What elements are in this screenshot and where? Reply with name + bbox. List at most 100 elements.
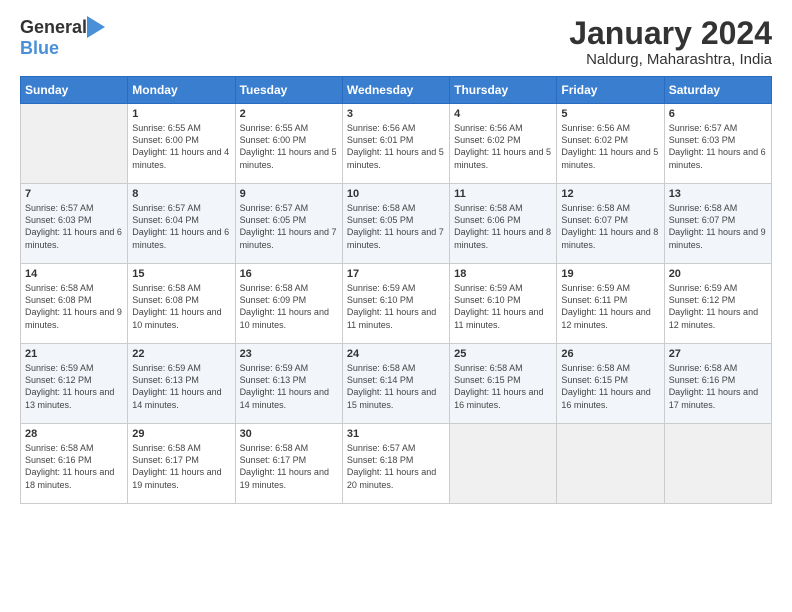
day-number: 24: [347, 348, 445, 360]
day-number: 3: [347, 108, 445, 120]
day-number: 16: [240, 268, 338, 280]
sunset-text: Sunset: 6:05 PM: [347, 215, 414, 225]
day-number: 23: [240, 348, 338, 360]
day-number: 14: [25, 268, 123, 280]
day-number: 18: [454, 268, 552, 280]
logo-general: General: [20, 17, 87, 38]
daylight-text: Daylight: 11 hours and 5 minutes.: [240, 147, 337, 169]
table-cell: 22 Sunrise: 6:59 AM Sunset: 6:13 PM Dayl…: [128, 344, 235, 424]
logo-text-block: General Blue: [20, 16, 105, 59]
header-saturday: Saturday: [664, 77, 771, 104]
sunset-text: Sunset: 6:03 PM: [669, 135, 736, 145]
sunrise-text: Sunrise: 6:58 AM: [561, 203, 630, 213]
day-info: Sunrise: 6:58 AM Sunset: 6:15 PM Dayligh…: [454, 362, 552, 411]
day-number: 19: [561, 268, 659, 280]
sunrise-text: Sunrise: 6:59 AM: [240, 363, 309, 373]
day-info: Sunrise: 6:57 AM Sunset: 6:18 PM Dayligh…: [347, 442, 445, 491]
sunrise-text: Sunrise: 6:56 AM: [561, 123, 630, 133]
sunrise-text: Sunrise: 6:57 AM: [347, 443, 416, 453]
sunrise-text: Sunrise: 6:58 AM: [132, 283, 201, 293]
calendar-header-row: SundayMondayTuesdayWednesdayThursdayFrid…: [21, 77, 772, 104]
table-cell: [557, 424, 664, 504]
daylight-text: Daylight: 11 hours and 13 minutes.: [25, 387, 114, 409]
day-info: Sunrise: 6:56 AM Sunset: 6:01 PM Dayligh…: [347, 122, 445, 171]
sunset-text: Sunset: 6:10 PM: [347, 295, 414, 305]
week-row-5: 28 Sunrise: 6:58 AM Sunset: 6:16 PM Dayl…: [21, 424, 772, 504]
day-info: Sunrise: 6:56 AM Sunset: 6:02 PM Dayligh…: [561, 122, 659, 171]
sunset-text: Sunset: 6:12 PM: [669, 295, 736, 305]
sunset-text: Sunset: 6:15 PM: [454, 375, 521, 385]
sunset-text: Sunset: 6:03 PM: [25, 215, 92, 225]
table-cell: 11 Sunrise: 6:58 AM Sunset: 6:06 PM Dayl…: [450, 184, 557, 264]
daylight-text: Daylight: 11 hours and 7 minutes.: [347, 227, 444, 249]
table-cell: 20 Sunrise: 6:59 AM Sunset: 6:12 PM Dayl…: [664, 264, 771, 344]
day-info: Sunrise: 6:57 AM Sunset: 6:04 PM Dayligh…: [132, 202, 230, 251]
sunset-text: Sunset: 6:06 PM: [454, 215, 521, 225]
sunrise-text: Sunrise: 6:57 AM: [240, 203, 309, 213]
table-cell: 7 Sunrise: 6:57 AM Sunset: 6:03 PM Dayli…: [21, 184, 128, 264]
table-cell: 6 Sunrise: 6:57 AM Sunset: 6:03 PM Dayli…: [664, 104, 771, 184]
day-number: 1: [132, 108, 230, 120]
sunset-text: Sunset: 6:16 PM: [669, 375, 736, 385]
day-number: 5: [561, 108, 659, 120]
sunset-text: Sunset: 6:10 PM: [454, 295, 521, 305]
day-info: Sunrise: 6:56 AM Sunset: 6:02 PM Dayligh…: [454, 122, 552, 171]
logo-blue: Blue: [20, 38, 59, 58]
sunrise-text: Sunrise: 6:58 AM: [132, 443, 201, 453]
calendar-table: SundayMondayTuesdayWednesdayThursdayFrid…: [20, 76, 772, 504]
sunset-text: Sunset: 6:13 PM: [240, 375, 307, 385]
day-info: Sunrise: 6:57 AM Sunset: 6:03 PM Dayligh…: [669, 122, 767, 171]
header: General Blue January 2024 Naldurg, Mahar…: [20, 16, 772, 68]
sunset-text: Sunset: 6:00 PM: [240, 135, 307, 145]
day-info: Sunrise: 6:59 AM Sunset: 6:10 PM Dayligh…: [454, 282, 552, 331]
sunset-text: Sunset: 6:14 PM: [347, 375, 414, 385]
daylight-text: Daylight: 11 hours and 12 minutes.: [561, 307, 650, 329]
week-row-4: 21 Sunrise: 6:59 AM Sunset: 6:12 PM Dayl…: [21, 344, 772, 424]
sunset-text: Sunset: 6:04 PM: [132, 215, 199, 225]
sunset-text: Sunset: 6:02 PM: [561, 135, 628, 145]
sunset-text: Sunset: 6:12 PM: [25, 375, 92, 385]
day-info: Sunrise: 6:58 AM Sunset: 6:08 PM Dayligh…: [25, 282, 123, 331]
day-number: 21: [25, 348, 123, 360]
table-cell: 8 Sunrise: 6:57 AM Sunset: 6:04 PM Dayli…: [128, 184, 235, 264]
sunrise-text: Sunrise: 6:58 AM: [25, 283, 94, 293]
sunset-text: Sunset: 6:15 PM: [561, 375, 628, 385]
day-number: 4: [454, 108, 552, 120]
header-wednesday: Wednesday: [342, 77, 449, 104]
daylight-text: Daylight: 11 hours and 19 minutes.: [240, 467, 329, 489]
daylight-text: Daylight: 11 hours and 9 minutes.: [669, 227, 766, 249]
logo: General Blue: [20, 16, 105, 59]
day-number: 22: [132, 348, 230, 360]
daylight-text: Daylight: 11 hours and 8 minutes.: [454, 227, 551, 249]
day-number: 15: [132, 268, 230, 280]
day-number: 8: [132, 188, 230, 200]
sunrise-text: Sunrise: 6:57 AM: [25, 203, 94, 213]
table-cell: [664, 424, 771, 504]
table-cell: 2 Sunrise: 6:55 AM Sunset: 6:00 PM Dayli…: [235, 104, 342, 184]
sunset-text: Sunset: 6:02 PM: [454, 135, 521, 145]
sunrise-text: Sunrise: 6:56 AM: [454, 123, 523, 133]
sunset-text: Sunset: 6:07 PM: [561, 215, 628, 225]
day-info: Sunrise: 6:59 AM Sunset: 6:13 PM Dayligh…: [240, 362, 338, 411]
day-info: Sunrise: 6:58 AM Sunset: 6:05 PM Dayligh…: [347, 202, 445, 251]
sunset-text: Sunset: 6:18 PM: [347, 455, 414, 465]
sunrise-text: Sunrise: 6:58 AM: [347, 363, 416, 373]
header-tuesday: Tuesday: [235, 77, 342, 104]
table-cell: 13 Sunrise: 6:58 AM Sunset: 6:07 PM Dayl…: [664, 184, 771, 264]
day-number: 29: [132, 428, 230, 440]
day-info: Sunrise: 6:55 AM Sunset: 6:00 PM Dayligh…: [240, 122, 338, 171]
sunrise-text: Sunrise: 6:59 AM: [132, 363, 201, 373]
daylight-text: Daylight: 11 hours and 18 minutes.: [25, 467, 114, 489]
day-info: Sunrise: 6:58 AM Sunset: 6:14 PM Dayligh…: [347, 362, 445, 411]
day-info: Sunrise: 6:57 AM Sunset: 6:05 PM Dayligh…: [240, 202, 338, 251]
daylight-text: Daylight: 11 hours and 5 minutes.: [347, 147, 444, 169]
daylight-text: Daylight: 11 hours and 11 minutes.: [454, 307, 543, 329]
table-cell: 1 Sunrise: 6:55 AM Sunset: 6:00 PM Dayli…: [128, 104, 235, 184]
table-cell: [450, 424, 557, 504]
week-row-2: 7 Sunrise: 6:57 AM Sunset: 6:03 PM Dayli…: [21, 184, 772, 264]
daylight-text: Daylight: 11 hours and 6 minutes.: [669, 147, 766, 169]
day-info: Sunrise: 6:58 AM Sunset: 6:07 PM Dayligh…: [669, 202, 767, 251]
sunset-text: Sunset: 6:17 PM: [240, 455, 307, 465]
day-number: 12: [561, 188, 659, 200]
day-info: Sunrise: 6:59 AM Sunset: 6:11 PM Dayligh…: [561, 282, 659, 331]
